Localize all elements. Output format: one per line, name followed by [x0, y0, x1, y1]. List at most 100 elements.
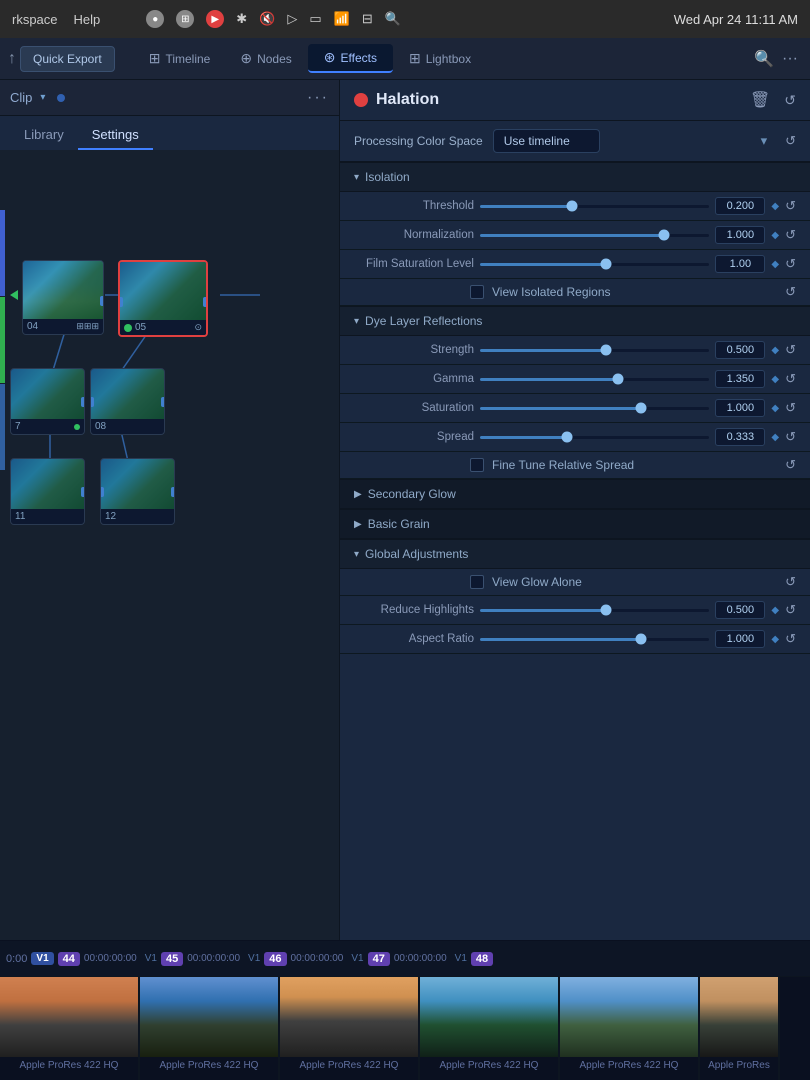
gamma-thumb[interactable]: [612, 374, 623, 385]
fine-tune-reset-button[interactable]: ↺: [785, 457, 796, 473]
node-07-connector-right[interactable]: [81, 397, 85, 407]
threshold-reset-button[interactable]: ↺: [785, 198, 796, 214]
film-saturation-slider[interactable]: [480, 263, 709, 266]
film-saturation-reset-button[interactable]: ↺: [785, 256, 796, 272]
filmstrip-item-0[interactable]: Apple ProRes 422 HQ: [0, 977, 140, 1080]
strength-keyframe-button[interactable]: ◆: [771, 345, 779, 356]
gamma-keyframe-button[interactable]: ◆: [771, 374, 779, 385]
clip-46-number[interactable]: 46: [264, 952, 286, 966]
threshold-keyframe-button[interactable]: ◆: [771, 201, 779, 212]
enabled-indicator[interactable]: [354, 93, 368, 107]
threshold-value[interactable]: 0.200: [715, 197, 765, 215]
node-05[interactable]: 05 ⊙: [118, 260, 208, 337]
node-08-connector-left[interactable]: [90, 397, 94, 407]
tab-nodes[interactable]: ⊕ Nodes: [226, 45, 305, 72]
view-isolated-reset-button[interactable]: ↺: [785, 284, 796, 300]
reduce-highlights-thumb[interactable]: [601, 605, 612, 616]
aspect-ratio-value[interactable]: 1.000: [715, 630, 765, 648]
spread-slider[interactable]: [480, 436, 709, 439]
filmstrip-item-1[interactable]: Apple ProRes 422 HQ: [140, 977, 280, 1080]
threshold-thumb[interactable]: [566, 201, 577, 212]
timeline-clip-44[interactable]: 44 00:00:00:00 V1: [58, 952, 157, 966]
gamma-slider[interactable]: [480, 378, 709, 381]
saturation-keyframe-button[interactable]: ◆: [771, 403, 779, 414]
search-button[interactable]: 🔍: [754, 49, 774, 69]
node-11-connector-right[interactable]: [81, 487, 85, 497]
spread-thumb[interactable]: [562, 432, 573, 443]
normalization-slider[interactable]: [480, 234, 709, 237]
film-saturation-keyframe-button[interactable]: ◆: [771, 259, 779, 270]
processing-reset-button[interactable]: ↺: [785, 133, 796, 149]
aspect-ratio-reset-button[interactable]: ↺: [785, 631, 796, 647]
timeline-clip-45[interactable]: 45 00:00:00:00 V1: [161, 952, 260, 966]
fine-tune-checkbox[interactable]: [470, 458, 484, 472]
saturation-slider[interactable]: [480, 407, 709, 410]
help-label[interactable]: Help: [74, 12, 101, 27]
search-icon[interactable]: 🔍: [385, 11, 401, 27]
node-04-connector-right[interactable]: [100, 296, 104, 306]
basic-grain-section-header[interactable]: ▶ Basic Grain: [340, 509, 810, 539]
processing-select[interactable]: Use timeline: [493, 129, 600, 153]
reset-effect-button[interactable]: ↺: [784, 92, 796, 109]
spread-reset-button[interactable]: ↺: [785, 429, 796, 445]
normalization-thumb[interactable]: [658, 230, 669, 241]
clip-48-number[interactable]: 48: [471, 952, 493, 966]
saturation-thumb[interactable]: [635, 403, 646, 414]
node-08[interactable]: 08: [90, 368, 165, 435]
normalization-reset-button[interactable]: ↺: [785, 227, 796, 243]
filmstrip-item-3[interactable]: Apple ProRes 422 HQ: [420, 977, 560, 1080]
tab-timeline[interactable]: ⊞ Timeline: [135, 45, 225, 72]
quick-export-button[interactable]: Quick Export: [20, 46, 115, 72]
saturation-reset-button[interactable]: ↺: [785, 400, 796, 416]
isolation-section-header[interactable]: ▾ Isolation: [340, 162, 810, 192]
clip-options-button[interactable]: ···: [307, 89, 329, 107]
clip-45-number[interactable]: 45: [161, 952, 183, 966]
workspace-label[interactable]: rkspace: [12, 12, 58, 27]
spread-value[interactable]: 0.333: [715, 428, 765, 446]
clip-44-number[interactable]: 44: [58, 952, 80, 966]
node-04[interactable]: 04 ⊞⊞⊞: [22, 260, 104, 335]
more-options-button[interactable]: ···: [778, 50, 802, 68]
node-11[interactable]: 11: [10, 458, 85, 525]
normalization-value[interactable]: 1.000: [715, 226, 765, 244]
view-glow-reset-button[interactable]: ↺: [785, 574, 796, 590]
timeline-clip-47[interactable]: 47 00:00:00:00 V1: [368, 952, 467, 966]
reduce-highlights-value[interactable]: 0.500: [715, 601, 765, 619]
gamma-reset-button[interactable]: ↺: [785, 371, 796, 387]
filmstrip-item-2[interactable]: Apple ProRes 422 HQ: [280, 977, 420, 1080]
node-12-connector-left[interactable]: [100, 487, 104, 497]
delete-effect-button[interactable]: 🗑: [750, 90, 770, 110]
tab-settings[interactable]: Settings: [78, 121, 153, 150]
normalization-keyframe-button[interactable]: ◆: [771, 230, 779, 241]
strength-reset-button[interactable]: ↺: [785, 342, 796, 358]
strength-slider[interactable]: [480, 349, 709, 352]
secondary-glow-section-header[interactable]: ▶ Secondary Glow: [340, 479, 810, 509]
reduce-highlights-reset-button[interactable]: ↺: [785, 602, 796, 618]
reduce-highlights-keyframe-button[interactable]: ◆: [771, 605, 779, 616]
aspect-ratio-slider[interactable]: [480, 638, 709, 641]
threshold-slider[interactable]: [480, 205, 709, 208]
node-07[interactable]: 7: [10, 368, 85, 435]
reduce-highlights-slider[interactable]: [480, 609, 709, 612]
gamma-value[interactable]: 1.350: [715, 370, 765, 388]
aspect-ratio-thumb[interactable]: [635, 634, 646, 645]
node-05-connector-left[interactable]: [118, 297, 123, 307]
tab-lightbox[interactable]: ⊞ Lightbox: [395, 45, 485, 72]
timeline-clip-48[interactable]: 48: [471, 952, 501, 966]
film-saturation-value[interactable]: 1.00: [715, 255, 765, 273]
node-12-connector-right[interactable]: [171, 487, 175, 497]
tab-library[interactable]: Library: [10, 121, 78, 150]
saturation-value[interactable]: 1.000: [715, 399, 765, 417]
clip-dropdown[interactable]: ▾: [40, 92, 45, 103]
strength-thumb[interactable]: [601, 345, 612, 356]
aspect-ratio-keyframe-button[interactable]: ◆: [771, 634, 779, 645]
filmstrip-item-5[interactable]: Apple ProRes: [700, 977, 780, 1080]
timeline-clip-46[interactable]: 46 00:00:00:00 V1: [264, 952, 363, 966]
tab-effects[interactable]: ⊛ Effects: [308, 44, 393, 73]
spread-keyframe-button[interactable]: ◆: [771, 432, 779, 443]
dye-layer-section-header[interactable]: ▾ Dye Layer Reflections: [340, 306, 810, 336]
global-adjustments-section-header[interactable]: ▾ Global Adjustments: [340, 539, 810, 569]
filmstrip-item-4[interactable]: Apple ProRes 422 HQ: [560, 977, 700, 1080]
node-08-connector-right[interactable]: [161, 397, 165, 407]
strength-value[interactable]: 0.500: [715, 341, 765, 359]
